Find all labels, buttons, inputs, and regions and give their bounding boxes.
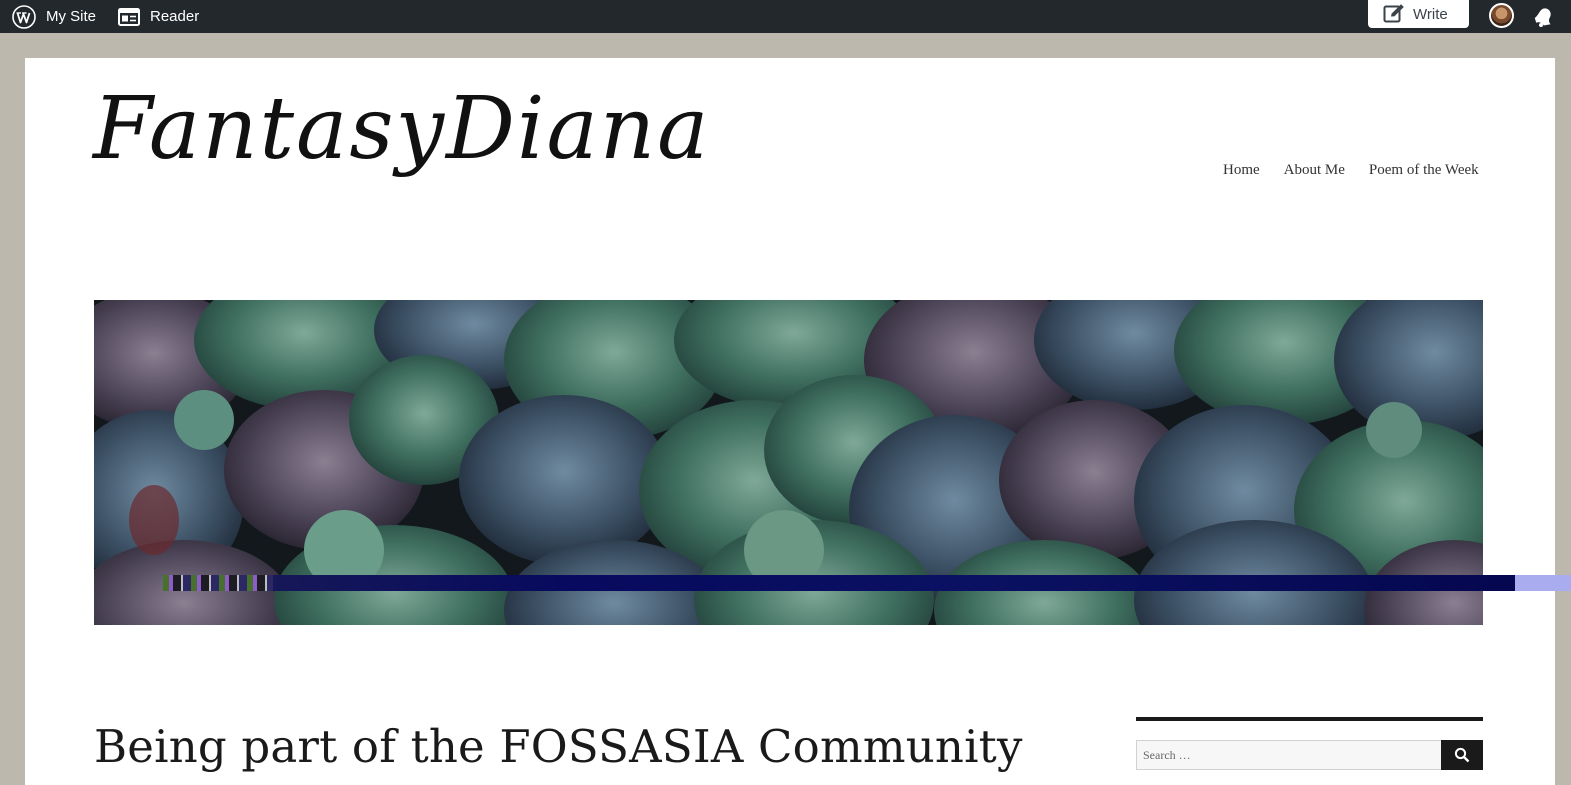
search-button[interactable] xyxy=(1441,740,1483,770)
search-icon xyxy=(1454,747,1470,763)
my-site-label: My Site xyxy=(46,8,97,25)
render-glitch-noise xyxy=(163,575,273,591)
avatar[interactable] xyxy=(1489,3,1514,28)
nav-item-poem-of-the-week[interactable]: Poem of the Week xyxy=(1369,162,1479,179)
nav-item-about-me[interactable]: About Me xyxy=(1284,162,1345,179)
render-glitch-strip xyxy=(163,575,1515,591)
page-sheet: FantasyDiana Home About Me Poem of the W… xyxy=(25,58,1555,785)
main-navigation: Home About Me Poem of the Week xyxy=(1223,162,1479,179)
my-site-button[interactable]: My Site xyxy=(12,0,96,33)
admin-bar: My Site Reader Write xyxy=(0,0,1571,33)
reader-label: Reader xyxy=(150,8,200,25)
post-title[interactable]: Being part of the FOSSASIA Community xyxy=(94,720,1023,773)
write-label: Write xyxy=(1413,5,1448,23)
write-button[interactable]: Write xyxy=(1368,0,1469,28)
notifications-icon[interactable] xyxy=(1532,4,1556,33)
site-title[interactable]: FantasyDiana xyxy=(93,78,710,181)
widget-divider xyxy=(1136,717,1483,721)
write-icon xyxy=(1383,4,1404,23)
render-glitch-tail xyxy=(1515,575,1571,591)
nav-item-home[interactable]: Home xyxy=(1223,162,1260,179)
search-input[interactable] xyxy=(1136,740,1442,770)
wordpress-logo-icon xyxy=(12,4,36,29)
reader-icon xyxy=(118,7,140,27)
reader-button[interactable]: Reader xyxy=(118,0,199,33)
